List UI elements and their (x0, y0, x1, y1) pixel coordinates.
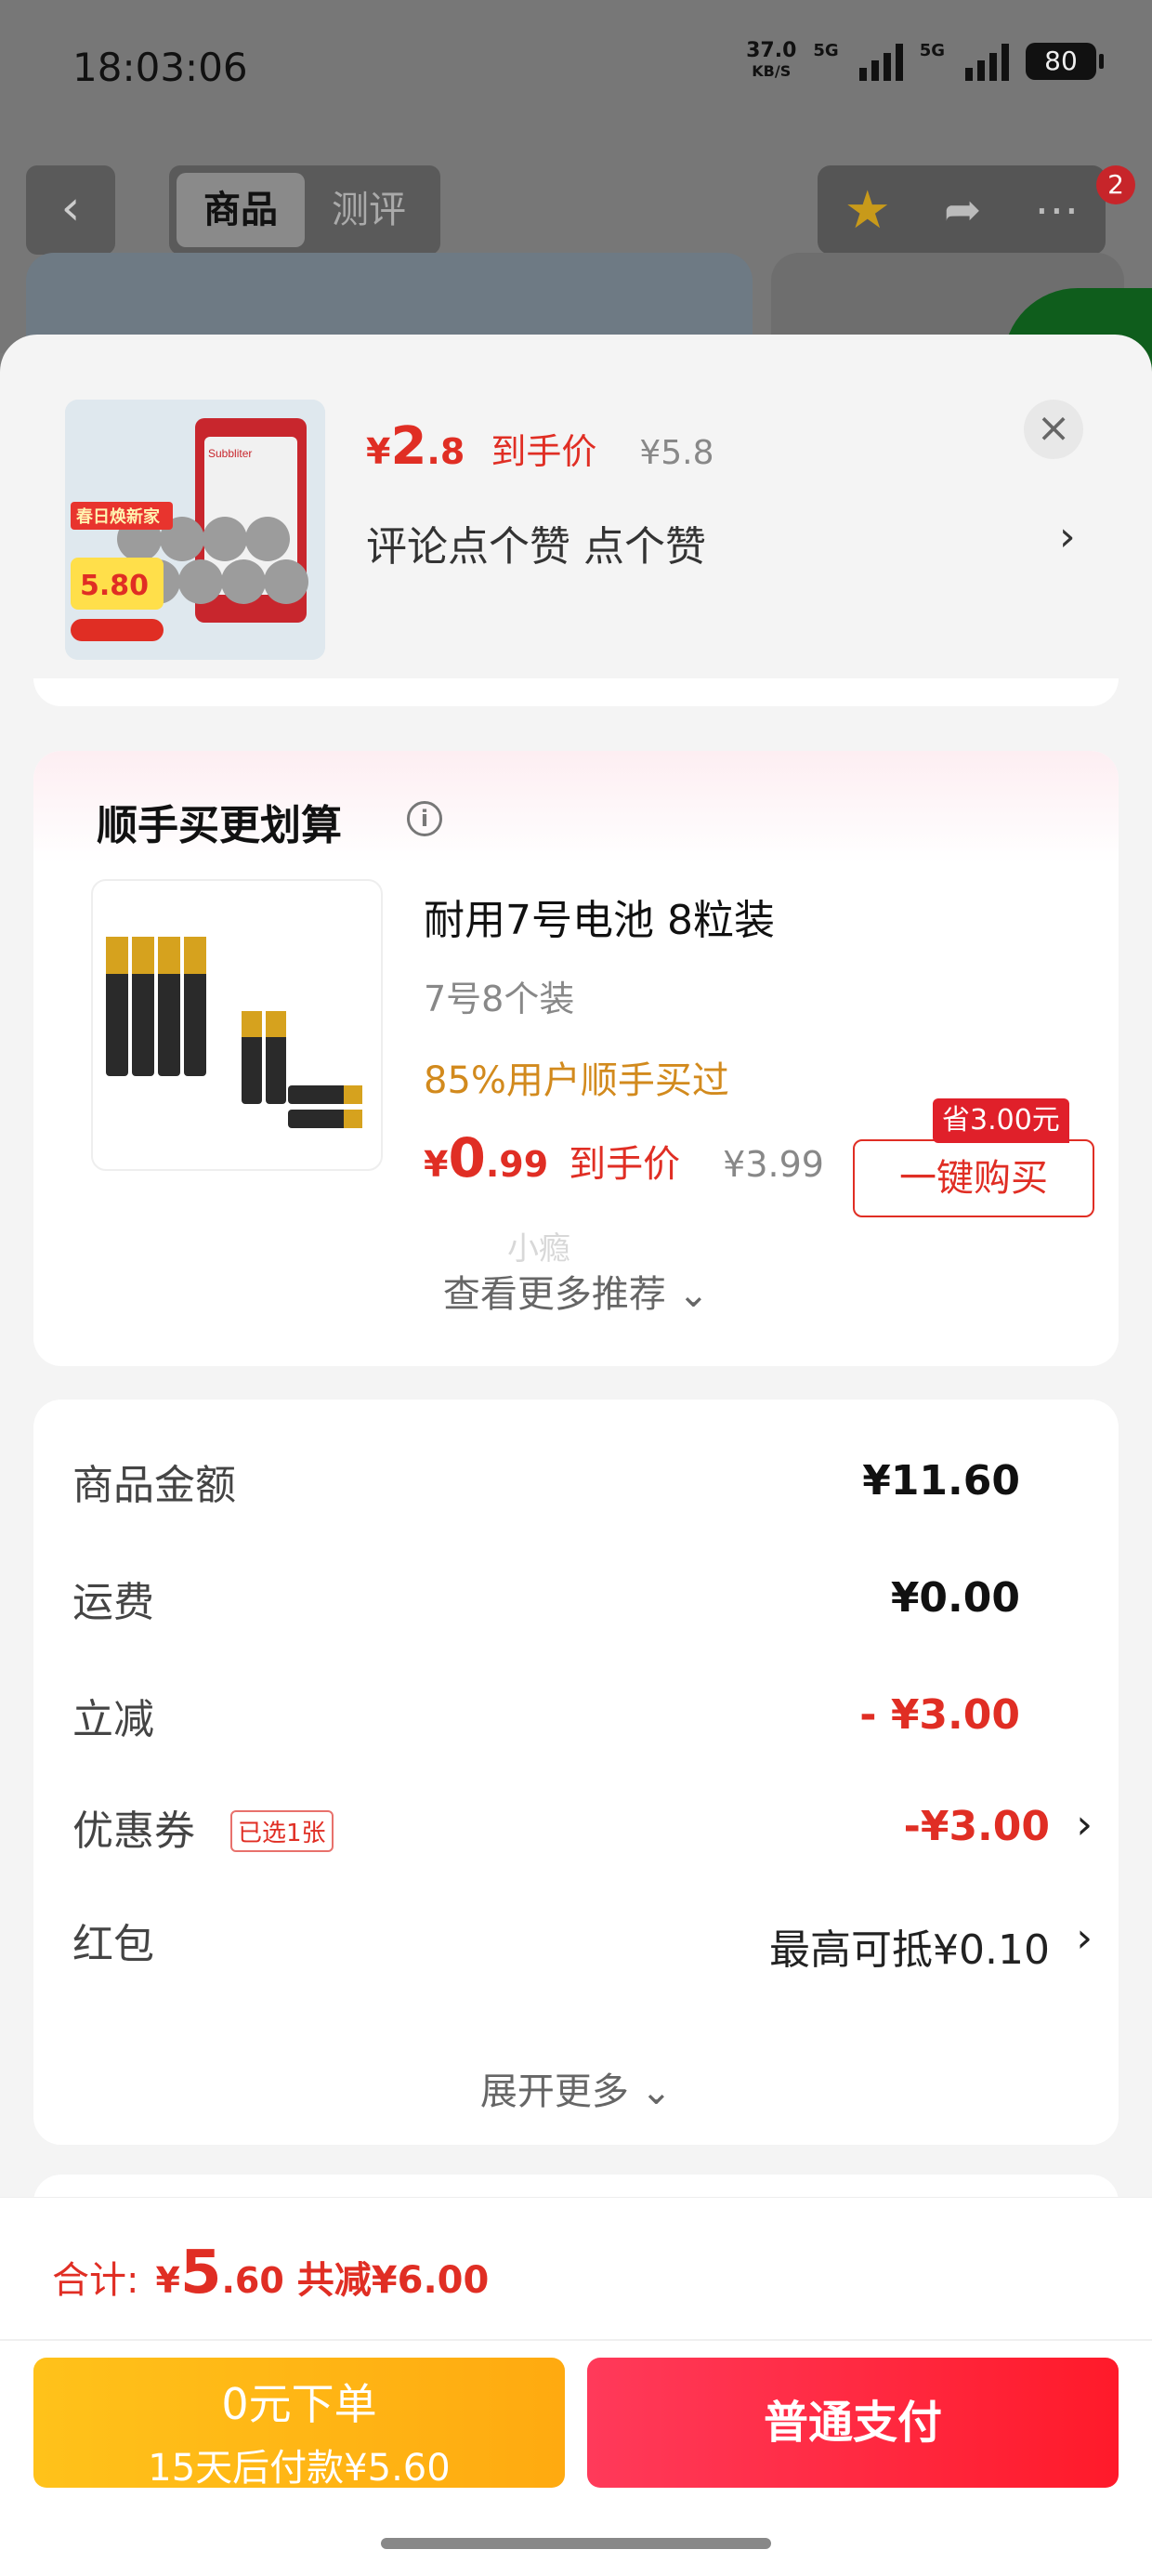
notification-badge: 2 (1096, 165, 1135, 204)
shipping-value: ¥0.00 (890, 1574, 1020, 1622)
product-thumbnail: Subbliter 春日焕新家 5.80 (65, 400, 325, 660)
thumb-price-badge: 5.80 (80, 570, 149, 602)
order-summary-card: 商品金额 ¥11.60 运费 ¥0.00 立减 - ¥3.00 优惠券 已选1张… (33, 1400, 1119, 2145)
share-icon[interactable]: ➦ (944, 184, 981, 236)
normal-pay-button[interactable]: 普通支付 (587, 2358, 1119, 2488)
battery-icon: 80 (1026, 43, 1104, 80)
page-tabs: 商品 测评 (169, 165, 440, 255)
signal-icon-2 (965, 42, 1009, 81)
subtotal-value: ¥11.60 (862, 1457, 1020, 1505)
bundle-original-price: ¥3.99 (723, 1144, 824, 1185)
bundle-product-name[interactable]: 耐用7号电池 8粒装 (424, 887, 775, 946)
watermark: 小瘾 (507, 1230, 570, 1268)
summary-row-subtotal: 商品金额 ¥11.60 (72, 1457, 1020, 1509)
signal-label-2: 5G (919, 41, 945, 60)
order-total: 合计: ¥ 5 .60 共减¥6.00 (52, 2239, 490, 2307)
battery-thumbnail[interactable] (91, 879, 383, 1171)
savings-tag: 省3.00元 (933, 1098, 1069, 1143)
bundle-purchase-stat: 85%用户顺手买过 (424, 1059, 729, 1102)
battery-product-image (106, 937, 362, 1128)
chevron-right-icon[interactable]: › (1059, 513, 1076, 560)
close-button[interactable]: × (1024, 400, 1083, 459)
bundle-product-spec: 7号8个装 (424, 979, 575, 1019)
red-packet-value: 最高可抵¥0.10 (769, 1926, 1050, 1974)
product-price: ¥ 2 .8 到手价 ¥5.8 (366, 416, 714, 477)
summary-row-red-packet[interactable]: 红包 最高可抵¥0.10 › (72, 1911, 1119, 1976)
checkout-bar: 合计: ¥ 5 .60 共减¥6.00 0元下单 15天后付款¥5.60 普通支… (0, 2197, 1152, 2576)
zero-down-order-button[interactable]: 0元下单 15天后付款¥5.60 (33, 2358, 565, 2490)
more-icon[interactable]: ⋯ (1034, 184, 1079, 236)
coupon-selected-tag: 已选1张 (230, 1810, 334, 1852)
summary-row-shipping: 运费 ¥0.00 (72, 1574, 1020, 1626)
order-sheet: Subbliter 春日焕新家 5.80 ¥ 2 .8 到手价 ¥5.8 评论点… (0, 335, 1152, 2576)
status-bar: 18:03:06 37.0 KB/S 5G 5G 80 (0, 0, 1152, 139)
more-recommendations-link[interactable]: 查看更多推荐 ⌄ (33, 1264, 1119, 1318)
bundle-price: ¥ 0 .99 到手价 ¥3.99 (424, 1126, 824, 1189)
chevron-right-icon: › (1076, 1914, 1093, 1962)
close-icon: × (1036, 404, 1071, 452)
one-click-buy-button[interactable]: 一键购买 (853, 1139, 1094, 1217)
divider (0, 2339, 1152, 2341)
review-link[interactable]: 评论点个赞 点个赞 (366, 513, 706, 572)
original-price: ¥5.8 (639, 434, 714, 472)
signal-icon (858, 42, 903, 81)
thumb-brand: Subbliter (208, 447, 252, 460)
chevron-right-icon: › (1076, 1801, 1093, 1848)
top-actions: ★ ➦ ⋯ (818, 165, 1106, 255)
signal-label-1: 5G (813, 41, 839, 60)
bundle-recommendation-card: 顺手买更划算 i 耐用7号电池 8粒装 7号8个装 85%用户顺手买过 ¥ 0 … (33, 751, 1119, 1366)
product-header: Subbliter 春日焕新家 5.80 ¥ 2 .8 到手价 ¥5.8 评论点… (0, 335, 1152, 706)
summary-row-instant-discount: 立减 - ¥3.00 (72, 1691, 1020, 1743)
favorite-star-icon[interactable]: ★ (844, 180, 891, 241)
coupon-value: -¥3.00 (903, 1803, 1050, 1850)
trash-bag-product-image: Subbliter 春日焕新家 5.80 (65, 400, 325, 660)
tab-review[interactable]: 测评 (305, 173, 433, 247)
expand-more-link[interactable]: 展开更多 ⌄ (33, 2061, 1119, 2115)
info-icon[interactable]: i (407, 801, 442, 836)
background-page: 18:03:06 37.0 KB/S 5G 5G 80 ‹ 商品 测评 ★ ➦ … (0, 0, 1152, 381)
status-indicators: 37.0 KB/S 5G 5G 80 (746, 39, 1104, 82)
summary-row-coupon[interactable]: 优惠券 已选1张 -¥3.00 › (72, 1797, 1119, 1862)
total-savings: 共减¥6.00 (296, 2259, 490, 2302)
network-speed: 37.0 KB/S (746, 39, 797, 81)
bundle-title: 顺手买更划算 (97, 802, 342, 849)
chevron-left-icon: ‹ (60, 180, 81, 236)
status-time: 18:03:06 (72, 45, 248, 90)
back-button[interactable]: ‹ (26, 165, 115, 255)
thumb-banner: 春日焕新家 (76, 506, 161, 527)
header-divider (33, 678, 1119, 706)
tab-product[interactable]: 商品 (177, 173, 305, 247)
home-indicator[interactable] (381, 2538, 771, 2549)
instant-discount-value: - ¥3.00 (859, 1691, 1020, 1739)
